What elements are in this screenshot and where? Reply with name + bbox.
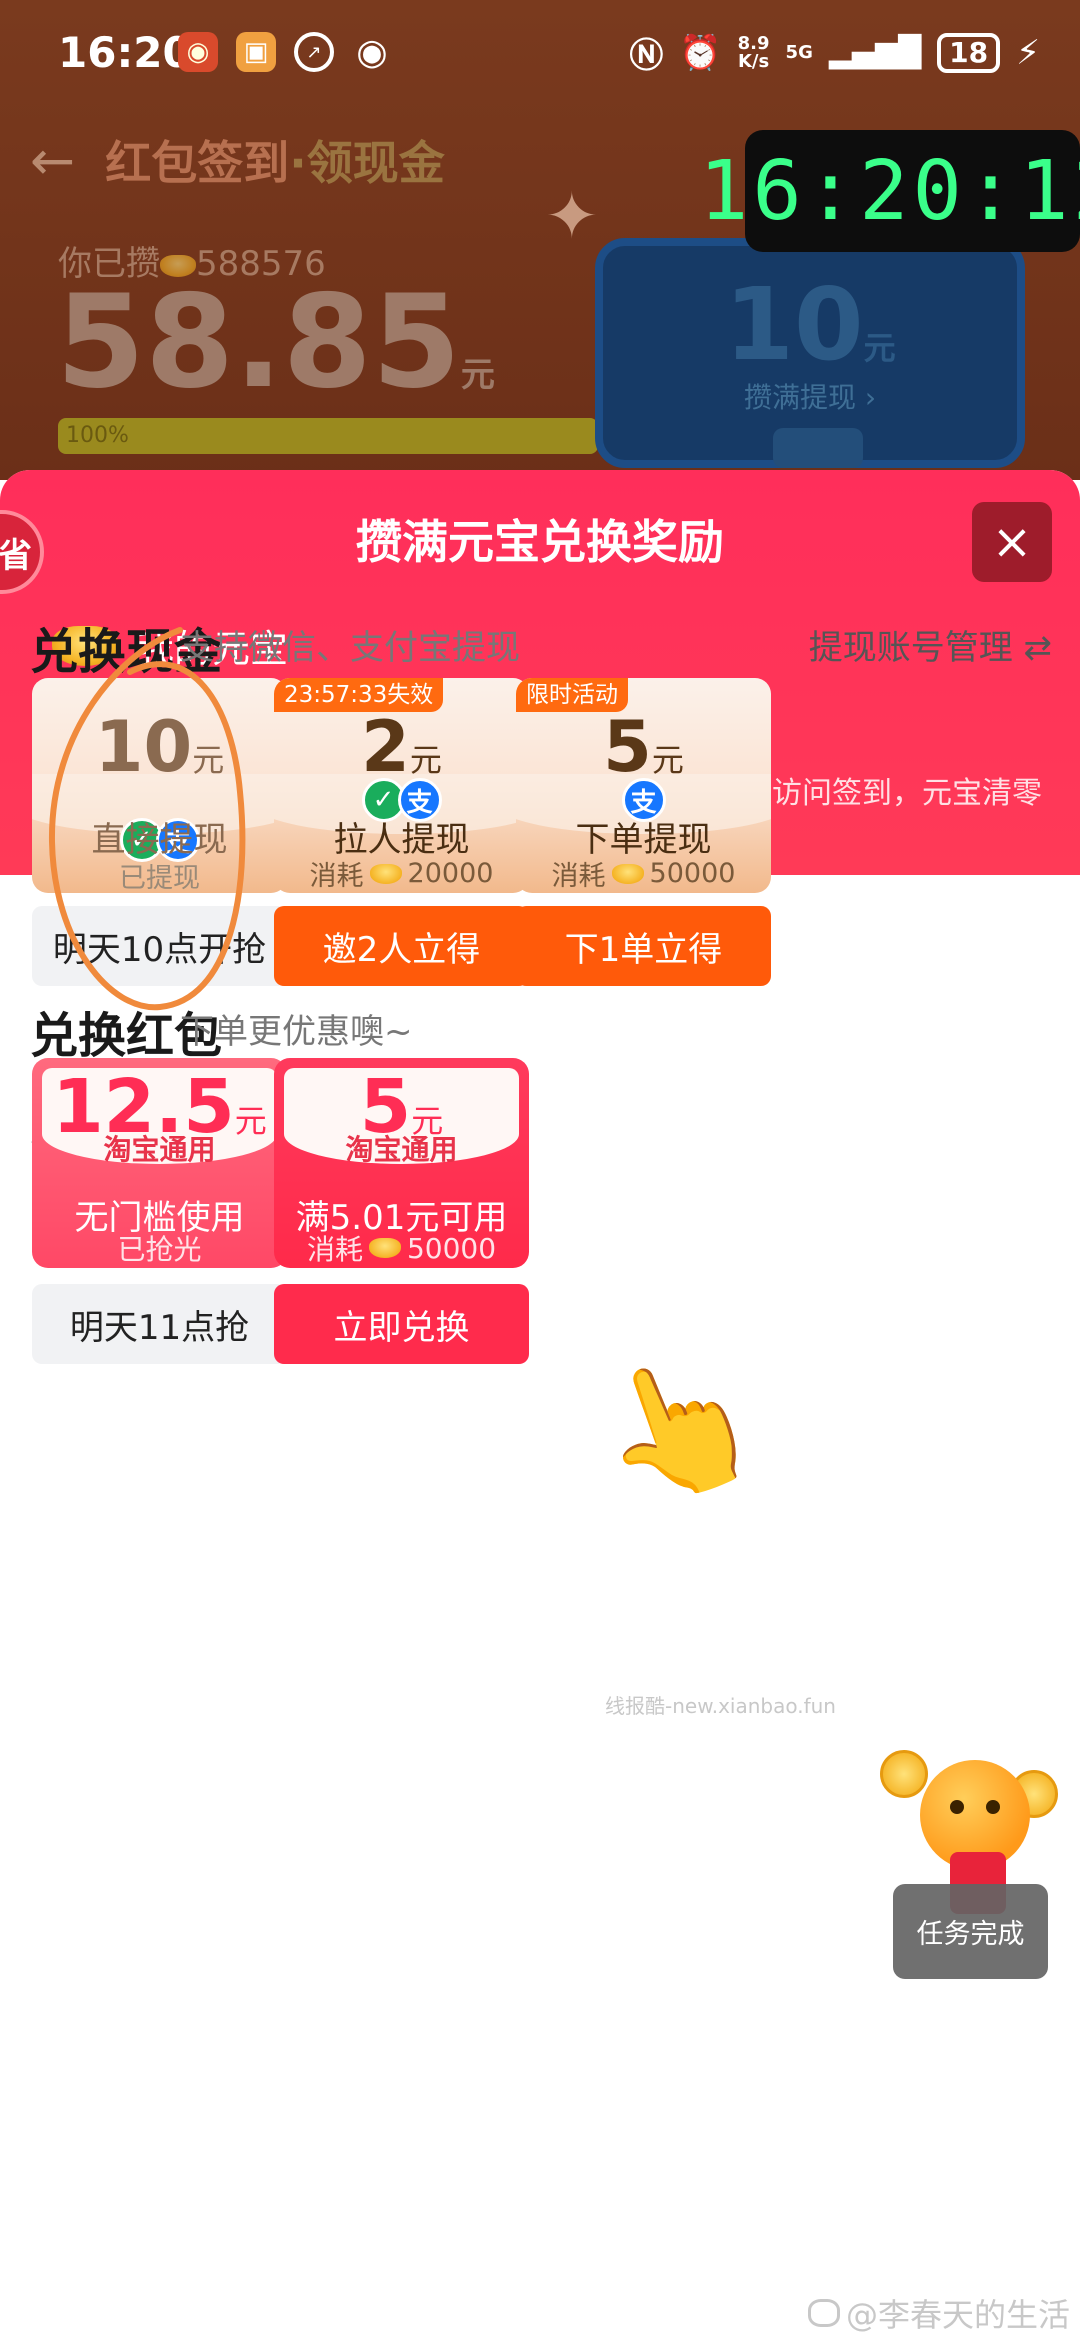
status-right: Ⓝ ⏰ 8.9 K/s 5G ▂▄▆█ 18 ⚡	[629, 28, 1040, 77]
mini-ingot-icon	[368, 1238, 401, 1258]
withdraw-card-amount: 10元	[603, 266, 1017, 383]
mini-ingot-icon	[611, 863, 644, 884]
saved-progress-bar: 100%	[58, 418, 598, 454]
alipay-wechat-icons	[773, 428, 863, 468]
cash-card-invite[interactable]: 23:57:33失效 2元 ✓ 支 拉人提现 消耗 20000	[274, 678, 529, 893]
close-icon: ×	[991, 514, 1033, 570]
account-management-link[interactable]: 提现账号管理 ⇄	[809, 620, 1052, 669]
cost-value: 50000	[406, 1231, 497, 1265]
background-title-accent: 领现金	[306, 136, 445, 190]
net-speed-value: 8.9	[737, 32, 770, 54]
mascot-eye	[950, 1800, 964, 1814]
close-button[interactable]: ×	[972, 502, 1052, 582]
withdraw-card: 10元 攒满提现 ›	[595, 238, 1025, 468]
notification-icons: ◉ ▣ ↗ ◉	[178, 31, 392, 73]
cost-value: 20000	[407, 858, 494, 889]
cost-value: 50000	[649, 858, 736, 889]
status-time: 16:20	[58, 28, 192, 77]
cost-label: 消耗	[551, 861, 606, 892]
mascot-eye	[986, 1800, 1000, 1814]
order-1-button[interactable]: 下1单立得	[516, 906, 771, 986]
saved-amount: 58.85元	[56, 268, 495, 417]
alarm-icon: ⏰	[679, 32, 722, 73]
watermark: 线报酷-new.xianbao.fun	[605, 1694, 836, 1718]
sparkle-icon: ✦	[545, 180, 599, 254]
weibo-icon: ◉	[178, 32, 218, 72]
background-title-dot: ·	[289, 136, 307, 190]
weibo-logo-icon	[807, 2299, 840, 2327]
sheet-title: 攒满元宝兑换奖励	[356, 515, 724, 569]
status-bar: 16:20 ◉ ▣ ↗ ◉ Ⓝ ⏰ 8.9 K/s 5G ▂▄▆█ 18 ⚡	[0, 0, 1080, 110]
redpacket-scope: 淘宝通用	[103, 1133, 216, 1166]
footer-credit: @李春天的生活	[807, 2290, 1070, 2336]
redpacket-scope: 淘宝通用	[345, 1133, 458, 1166]
redpacket-card-threshold[interactable]: 5元 淘宝通用 满5.01元可用 消耗 50000	[274, 1058, 529, 1268]
speedometer-icon: ↗	[294, 32, 334, 72]
redpacket-sub: 已抢光	[117, 1233, 202, 1266]
background-title: 红包签到·领现金	[105, 127, 444, 193]
withdraw-card-unit: 元	[863, 329, 896, 367]
redpacket-card-nolimit[interactable]: 12.5元 淘宝通用 无门槛使用 已抢光	[32, 1058, 287, 1268]
cash-card-order[interactable]: 限时活动 5元 支 下单提现 消耗 50000	[516, 678, 771, 893]
battery-indicator: 18	[937, 32, 1001, 73]
invite-2-button[interactable]: 邀2人立得	[274, 906, 529, 986]
cost-label: 消耗	[306, 1233, 363, 1266]
signal-icon: ▂▄▆█	[828, 35, 922, 70]
eye-icon: ◉	[356, 31, 388, 73]
nfc-icon: Ⓝ	[629, 36, 664, 76]
cash-amount: 2元	[274, 706, 529, 788]
cash-note: 消耗 50000	[516, 854, 771, 893]
withdraw-card-value: 10	[724, 266, 864, 383]
net-speed-unit: K/s	[737, 50, 770, 72]
coin-icon	[880, 1750, 928, 1798]
cash-amount-unit: 元	[409, 741, 442, 779]
tomorrow-11am-button[interactable]: 明天11点抢	[32, 1284, 287, 1364]
withdraw-card-sub: 攒满提现 ›	[743, 381, 877, 414]
app-notification-icon: ▣	[236, 32, 276, 72]
background-title-main: 红包签到	[105, 136, 290, 190]
redpacket-sub: 消耗 50000	[274, 1228, 529, 1268]
back-arrow-icon[interactable]: ←	[30, 129, 75, 192]
cash-amount-unit: 元	[651, 741, 684, 779]
floating-clock: 16:20:12	[699, 130, 1080, 252]
net-speed: 8.9 K/s	[737, 32, 770, 72]
cash-note: 消耗 20000	[274, 854, 529, 893]
progress-label: 100%	[66, 423, 129, 448]
mini-ingot-icon	[369, 863, 402, 884]
footer-credit-text: @李春天的生活	[845, 2296, 1070, 2334]
background-header: ← 红包签到·领现金	[30, 120, 445, 200]
charging-icon: ⚡	[1016, 32, 1040, 73]
task-complete-toast: 任务完成	[893, 1884, 1048, 1979]
cash-amount: 5元	[516, 706, 771, 788]
cash-amount-value: 5	[603, 706, 652, 788]
hand-drawn-circle-annotation	[48, 627, 246, 1011]
redeem-now-button[interactable]: 立即兑换	[274, 1284, 529, 1364]
saved-amount-value: 58.85	[56, 268, 461, 417]
cash-amount-value: 2	[361, 706, 410, 788]
network-type: 5G	[785, 42, 813, 63]
cost-label: 消耗	[309, 861, 364, 892]
saved-amount-unit: 元	[460, 355, 495, 395]
